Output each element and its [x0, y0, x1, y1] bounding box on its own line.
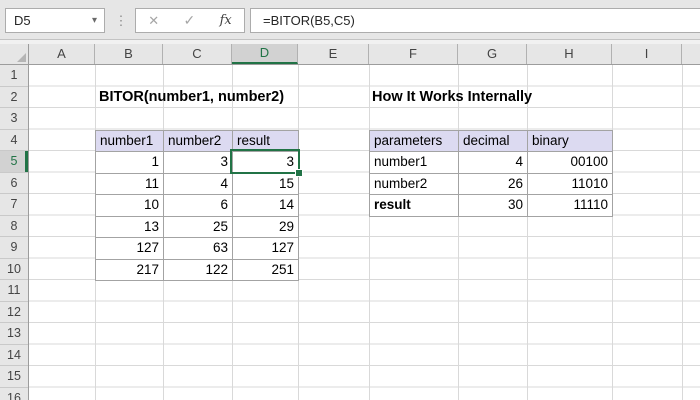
cell-b10[interactable]: 217	[96, 259, 164, 281]
cell-f7[interactable]: result	[370, 195, 459, 217]
row-header-1[interactable]: 1	[0, 65, 28, 87]
row-header-2[interactable]: 2	[0, 87, 28, 108]
header-cell-number1[interactable]: number1	[96, 130, 164, 152]
how-it-works-table: parameters decimal binary number1 4 0010…	[369, 129, 613, 217]
column-header-row: A B C D E F G H I	[29, 44, 700, 65]
row-header-9[interactable]: 9	[0, 237, 28, 259]
select-all-icon	[17, 53, 26, 62]
cell-d8[interactable]: 29	[233, 216, 299, 238]
column-header-h[interactable]: H	[527, 44, 612, 64]
right-section-title[interactable]: How It Works Internally	[372, 86, 532, 108]
column-header-i[interactable]: I	[612, 44, 682, 64]
row-header-5-selected[interactable]: 5	[0, 151, 28, 173]
cell-c10[interactable]: 122	[164, 259, 233, 281]
formula-input[interactable]: =BITOR(B5,C5)	[250, 8, 700, 33]
cell-d10[interactable]: 251	[233, 259, 299, 281]
cell-c8[interactable]: 25	[164, 216, 233, 238]
enter-icon[interactable]: ✓	[183, 12, 195, 29]
cell-c9[interactable]: 63	[164, 238, 233, 260]
row-header-7[interactable]: 7	[0, 194, 28, 216]
row-header-8[interactable]: 8	[0, 216, 28, 237]
name-box-value: D5	[14, 13, 31, 28]
row-header-13[interactable]: 13	[0, 323, 28, 345]
cancel-icon[interactable]: ✕	[148, 13, 159, 29]
column-header-a[interactable]: A	[29, 44, 95, 64]
cell-c5[interactable]: 3	[164, 152, 233, 174]
excel-window: D5 ▾ ⋮ ✕ ✓ fx =BITOR(B5,C5) A B C D E F …	[0, 0, 700, 400]
header-cell-number2[interactable]: number2	[164, 130, 233, 152]
row-header-12[interactable]: 12	[0, 302, 28, 323]
cell-c7[interactable]: 6	[164, 195, 233, 217]
cell-d6[interactable]: 15	[233, 173, 299, 195]
cell-f6[interactable]: number2	[370, 173, 459, 195]
column-header-f[interactable]: F	[369, 44, 458, 64]
header-cell-binary[interactable]: binary	[528, 130, 613, 152]
column-header-d-selected[interactable]: D	[232, 44, 298, 64]
name-box-dropdown-icon[interactable]: ▾	[92, 15, 97, 26]
row-header-11[interactable]: 11	[0, 280, 28, 302]
select-all-button[interactable]	[0, 44, 29, 65]
fill-handle[interactable]	[296, 170, 302, 176]
column-header-b[interactable]: B	[95, 44, 163, 64]
cell-d9[interactable]: 127	[233, 238, 299, 260]
row-header-column: 1 2 3 4 5 6 7 8 9 10 11 12 13 14 15 16	[0, 65, 29, 400]
cell-h7[interactable]: 11110	[528, 195, 613, 217]
formula-bar: D5 ▾ ⋮ ✕ ✓ fx =BITOR(B5,C5)	[0, 0, 700, 40]
cell-g5[interactable]: 4	[459, 152, 528, 174]
cell-h5[interactable]: 00100	[528, 152, 613, 174]
cell-b8[interactable]: 13	[96, 216, 164, 238]
row-header-3[interactable]: 3	[0, 108, 28, 130]
cell-h6[interactable]: 11010	[528, 173, 613, 195]
left-section-title[interactable]: BITOR(number1, number2)	[99, 86, 284, 108]
row-header-14[interactable]: 14	[0, 345, 28, 366]
row-header-16[interactable]: 16	[0, 388, 28, 400]
formula-text: =BITOR(B5,C5)	[263, 13, 355, 28]
formula-bar-more-icon[interactable]: ⋮	[114, 8, 128, 33]
active-cell-selection[interactable]	[230, 149, 302, 176]
cell-g6[interactable]: 26	[459, 173, 528, 195]
cell-b9[interactable]: 127	[96, 238, 164, 260]
column-header-e[interactable]: E	[298, 44, 369, 64]
cell-b5[interactable]: 1	[96, 152, 164, 174]
cell-d7[interactable]: 14	[233, 195, 299, 217]
row-header-6[interactable]: 6	[0, 173, 28, 194]
cell-f5[interactable]: number1	[370, 152, 459, 174]
cell-b6[interactable]: 11	[96, 173, 164, 195]
column-header-g[interactable]: G	[458, 44, 527, 64]
row-header-4[interactable]: 4	[0, 130, 28, 151]
formula-bar-buttons: ✕ ✓ fx	[135, 8, 245, 33]
row-header-10[interactable]: 10	[0, 259, 28, 280]
cell-g7[interactable]: 30	[459, 195, 528, 217]
column-header-c[interactable]: C	[163, 44, 232, 64]
header-cell-parameters[interactable]: parameters	[370, 130, 459, 152]
cell-b7[interactable]: 10	[96, 195, 164, 217]
cell-c6[interactable]: 4	[164, 173, 233, 195]
insert-function-icon[interactable]: fx	[220, 13, 232, 28]
name-box[interactable]: D5 ▾	[5, 8, 105, 33]
row-header-15[interactable]: 15	[0, 366, 28, 388]
header-cell-decimal[interactable]: decimal	[459, 130, 528, 152]
